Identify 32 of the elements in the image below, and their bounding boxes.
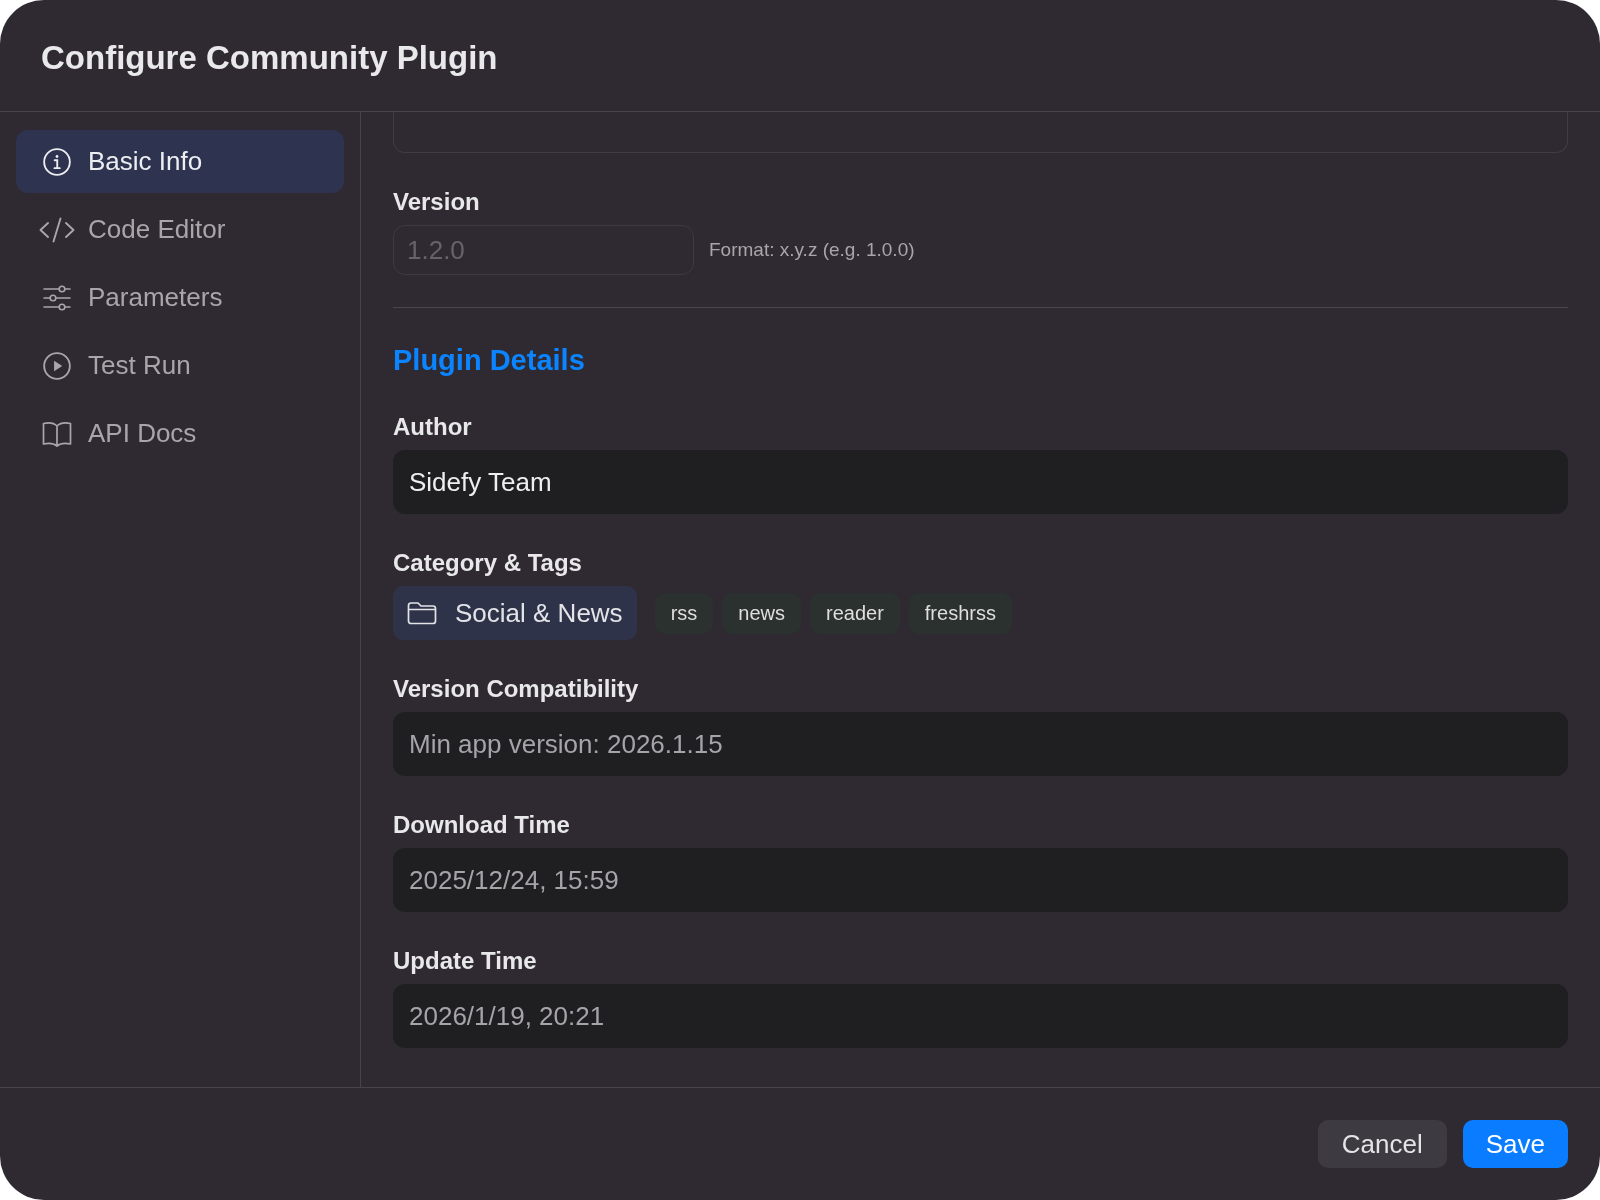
section-heading: Plugin Details (393, 343, 585, 378)
input-field[interactable]: Sidefy Team (393, 450, 1568, 514)
read-only-field[interactable]: Min app version: 2026.1.15 (393, 712, 1568, 776)
read-only-field[interactable]: 2025/12/24, 15:59 (393, 848, 1568, 912)
field-label: Download Time (393, 810, 570, 840)
field-label: Version (393, 187, 480, 217)
field-label: Author (393, 412, 472, 442)
info-icon (43, 147, 71, 176)
window-title: Configure Community Plugin (41, 38, 498, 77)
field-label: Update Time (393, 946, 537, 976)
sliders-icon (43, 284, 71, 311)
tag: rss (654, 592, 714, 634)
book-icon (42, 420, 72, 447)
read-only-field[interactable]: 2026/1/19, 20:21 (393, 984, 1568, 1048)
tag: news (722, 592, 801, 634)
category-name: Social & News (455, 597, 623, 629)
sidebar-item[interactable]: Test Run (16, 334, 344, 397)
field-label: Version Compatibility (393, 674, 639, 704)
save-button[interactable]: Save (1462, 1120, 1568, 1168)
sidebar-item[interactable]: Basic Info (16, 130, 344, 193)
sidebar-item[interactable]: Parameters (16, 266, 344, 329)
code-icon (39, 215, 75, 244)
field-hint: Format: x.y.z (e.g. 1.0.0) (709, 239, 915, 261)
cancel-button[interactable]: Cancel (1317, 1120, 1447, 1168)
sidebar-item[interactable]: API Docs (16, 402, 344, 465)
folder-icon (407, 601, 437, 625)
tag: reader (810, 592, 900, 634)
field-label: Category & Tags (393, 548, 582, 578)
play-circle-icon (43, 351, 71, 380)
text-area-field[interactable] (393, 112, 1568, 153)
sidebar-item[interactable]: Code Editor (16, 198, 344, 261)
tag: freshrss (908, 592, 1012, 634)
